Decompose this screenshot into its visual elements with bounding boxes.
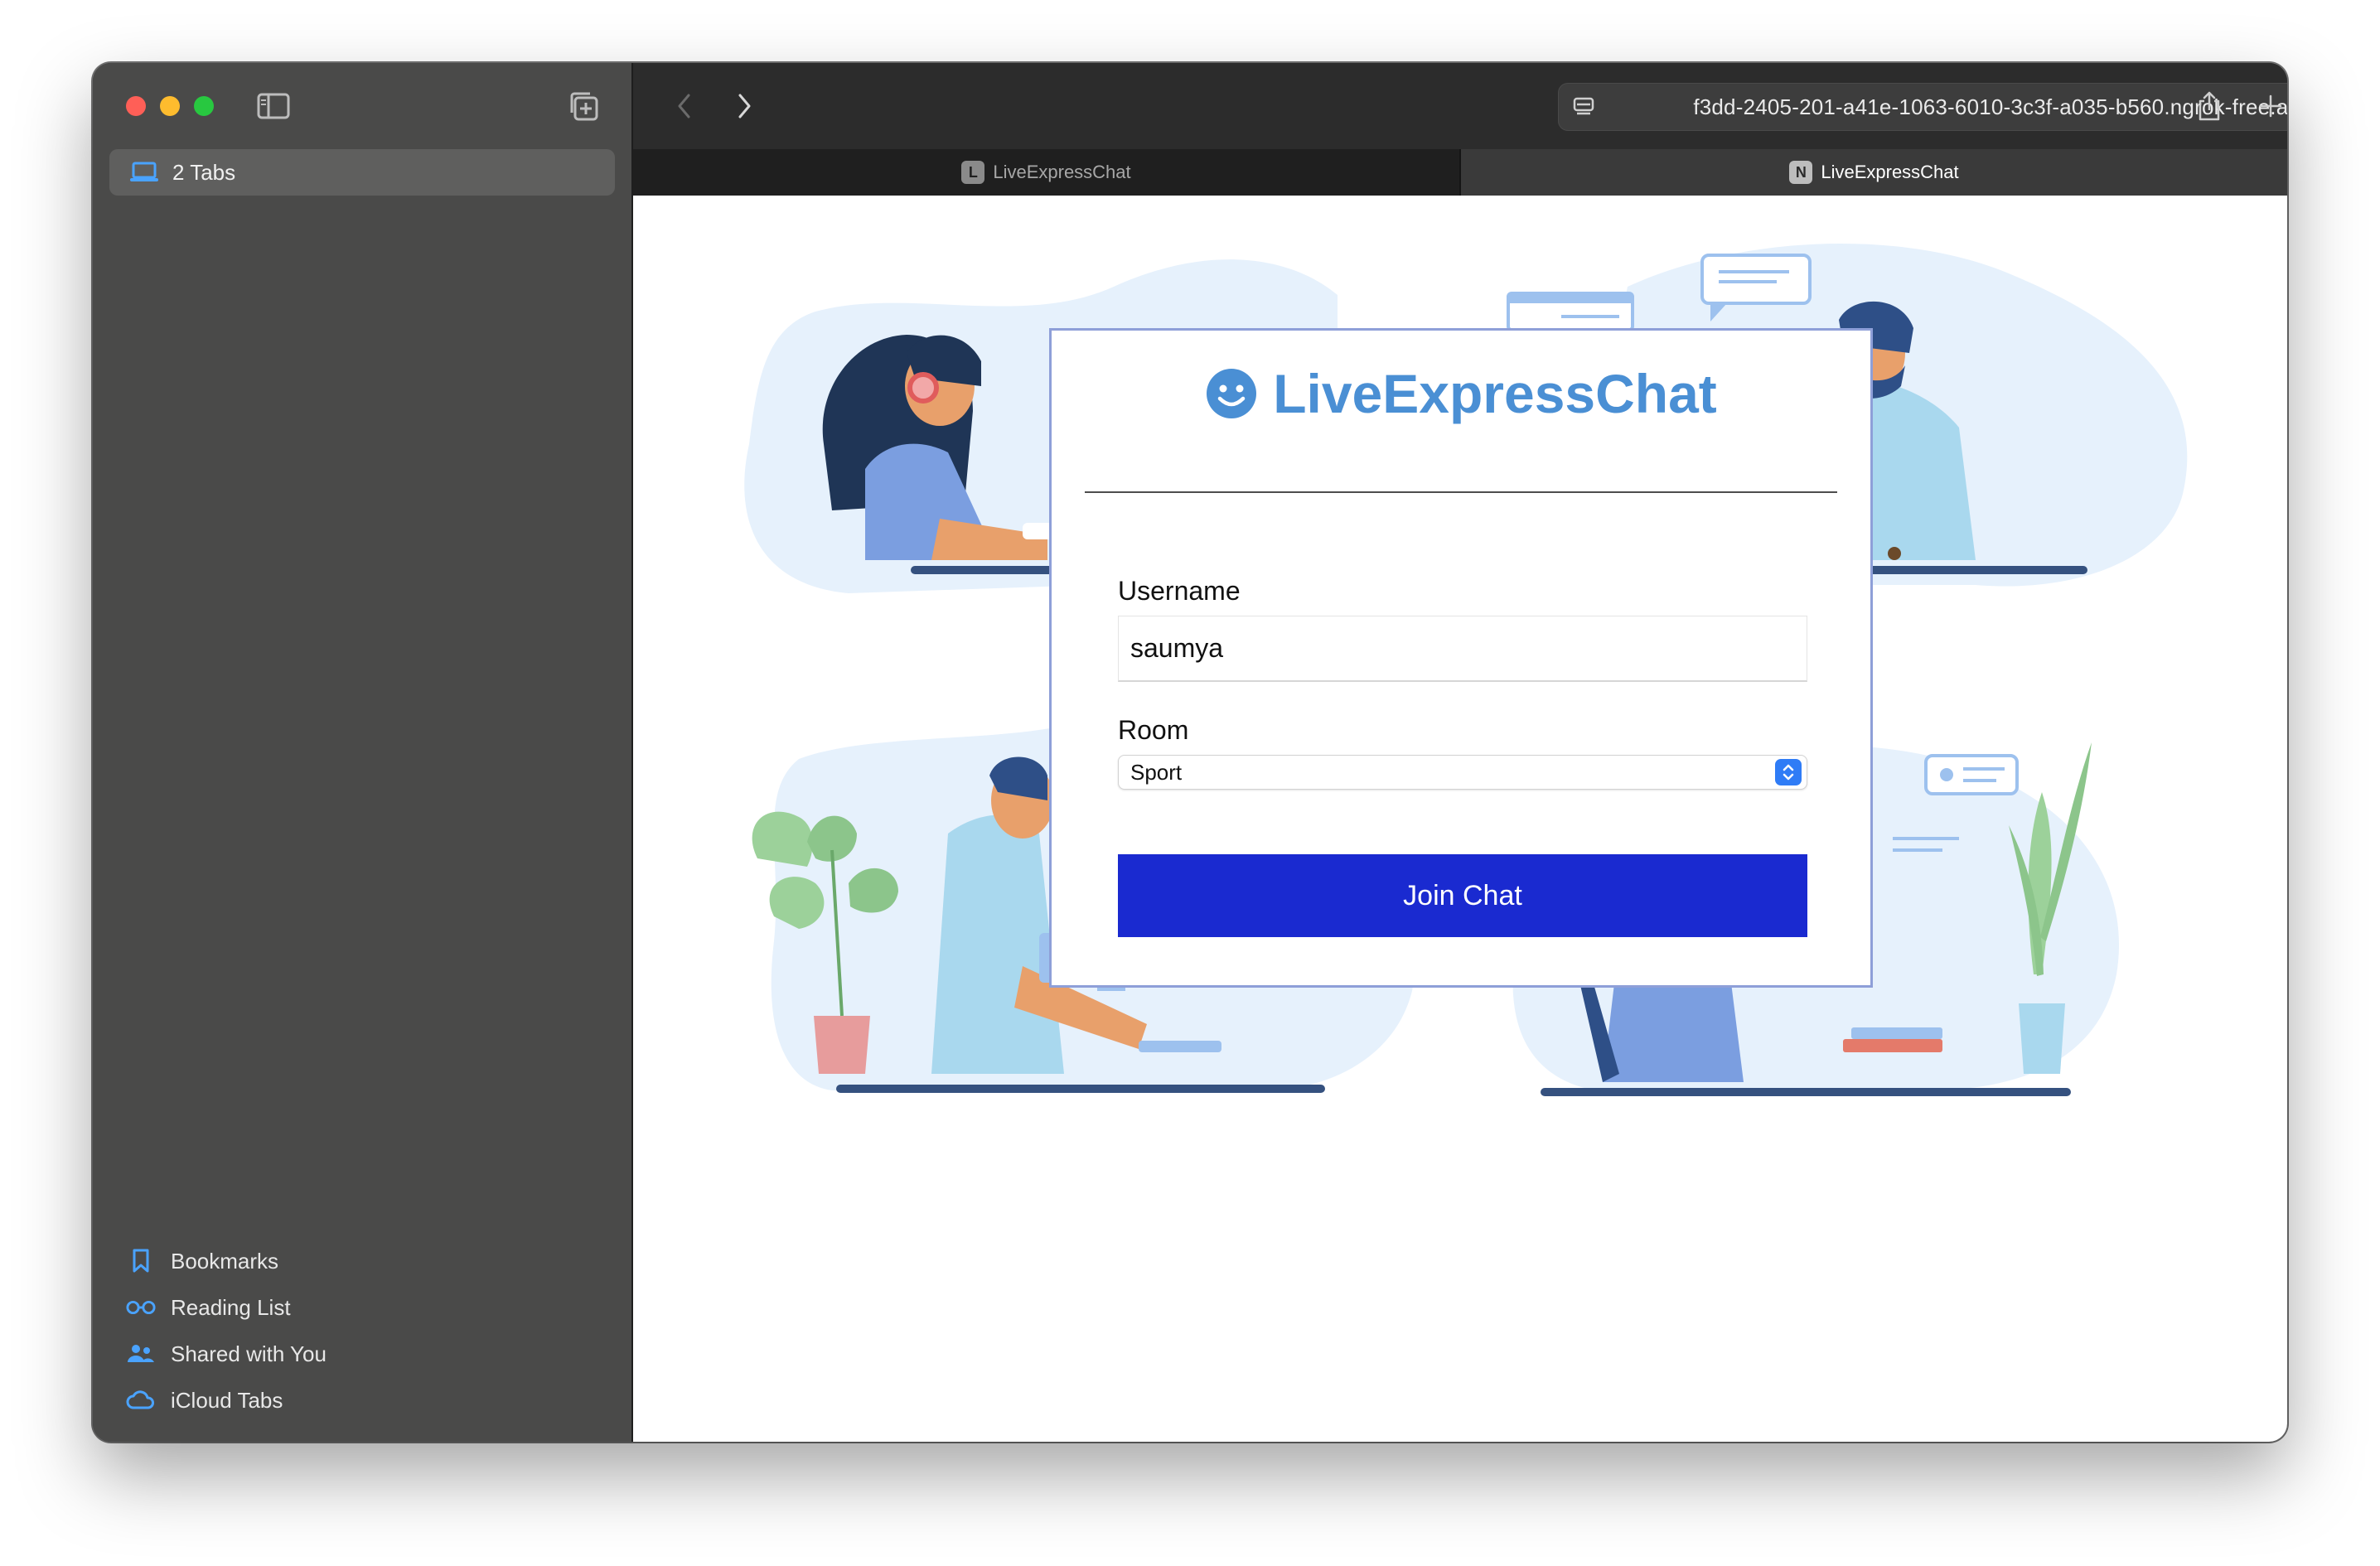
room-selected-value: Sport (1130, 759, 1183, 785)
tab-group-label: 2 Tabs (172, 159, 236, 185)
window-controls (126, 96, 214, 116)
select-arrows-icon (1775, 759, 1802, 785)
join-chat-card: LiveExpressChat Username saumya Room Spo… (1049, 328, 1873, 988)
reading-list-icon (126, 1299, 156, 1316)
tab-liveexpresschat-1[interactable]: L LiveExpressChat (633, 149, 1459, 196)
tab-title: LiveExpressChat (1821, 162, 1959, 182)
forward-icon[interactable] (726, 88, 762, 124)
join-chat-button[interactable]: Join Chat (1118, 854, 1807, 937)
tab-title: LiveExpressChat (993, 162, 1131, 182)
smiley-icon (1205, 367, 1258, 420)
sidebar-item-reading-list[interactable]: Reading List (126, 1284, 327, 1331)
url-text: f3dd-2405-201-a41e-1063-6010-3c3f-a035-b… (1693, 94, 2287, 119)
tab-favicon: N (1789, 161, 1813, 184)
bookmark-icon (126, 1249, 156, 1274)
sidebar: 2 Tabs Bookmarks Reading List Shared wit… (93, 63, 633, 1442)
sidebar-item-shared-with-you[interactable]: Shared with You (126, 1331, 327, 1377)
room-label: Room (1118, 715, 1189, 745)
brand-header: LiveExpressChat (1052, 362, 1870, 425)
sidebar-tab-group[interactable]: 2 Tabs (109, 149, 615, 196)
username-input[interactable]: saumya (1118, 616, 1807, 682)
icloud-icon (126, 1390, 156, 1410)
username-label: Username (1118, 576, 1241, 606)
browser-window: 2 Tabs Bookmarks Reading List Shared wit… (93, 63, 2287, 1442)
share-icon[interactable] (2191, 86, 2228, 126)
tab-strip: L LiveExpressChat N LiveExpressChat (633, 149, 2287, 196)
sidebar-toggle-icon[interactable] (255, 89, 292, 123)
browser-toolbar: f3dd-2405-201-a41e-1063-6010-3c3f-a035-b… (633, 63, 2287, 149)
page-menu-icon[interactable] (1572, 95, 1595, 118)
laptop-icon (129, 162, 159, 183)
sidebar-bottom-list: Bookmarks Reading List Shared with You i… (126, 1238, 327, 1423)
page-content: LiveExpressChat Username saumya Room Spo… (633, 196, 2287, 1442)
zoom-window-button[interactable] (194, 96, 214, 116)
room-select[interactable]: Sport (1118, 755, 1807, 790)
shared-with-you-icon (126, 1342, 156, 1365)
address-bar[interactable]: f3dd-2405-201-a41e-1063-6010-3c3f-a035-b… (1558, 83, 2287, 131)
tab-favicon: L (961, 161, 985, 184)
minimize-window-button[interactable] (160, 96, 180, 116)
header-divider (1085, 491, 1837, 493)
back-icon[interactable] (666, 88, 703, 124)
sidebar-item-icloud-tabs[interactable]: iCloud Tabs (126, 1377, 327, 1423)
new-tab-group-icon[interactable] (565, 88, 602, 124)
new-tab-icon[interactable] (2252, 88, 2287, 124)
close-window-button[interactable] (126, 96, 146, 116)
sidebar-item-bookmarks[interactable]: Bookmarks (126, 1238, 327, 1284)
tab-liveexpresschat-2[interactable]: N LiveExpressChat (1459, 149, 2287, 196)
brand-name: LiveExpressChat (1273, 363, 1717, 424)
